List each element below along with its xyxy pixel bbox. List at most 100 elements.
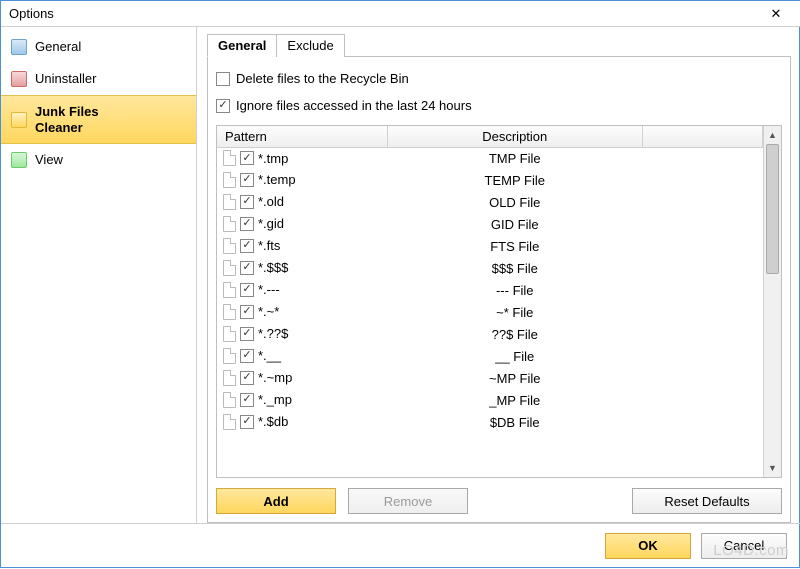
row-checkbox[interactable] [240,151,254,165]
close-icon: ✕ [771,6,782,22]
checkbox-icon[interactable] [216,72,230,86]
table-row[interactable]: *.old OLD File [217,192,763,214]
checkbox-icon[interactable] [216,99,230,113]
file-icon [223,150,236,166]
cell-description: TEMP File [387,170,643,192]
add-button[interactable]: Add [216,488,336,514]
col-header-pattern[interactable]: Pattern [217,126,387,148]
cell-pattern: *.~mp [217,368,387,388]
sidebar-item-uninstaller[interactable]: Uninstaller [1,63,196,95]
view-icon [11,152,27,168]
cell-pattern: *.temp [217,170,387,190]
table-row[interactable]: *.gidGID File [217,214,763,236]
tab-exclude[interactable]: Exclude [276,34,344,57]
table-row[interactable]: *.ftsFTS File [217,236,763,258]
close-button[interactable]: ✕ [757,4,795,24]
scroll-down-icon[interactable]: ▼ [764,459,781,477]
cell-pattern: *.gid [217,214,387,234]
pattern-text: *.~* [258,304,279,319]
file-icon [223,194,236,210]
option-label: Delete files to the Recycle Bin [236,71,409,86]
cell-pattern: *.__ [217,346,387,366]
row-checkbox[interactable] [240,415,254,429]
file-icon [223,326,236,342]
pattern-text: *.$$$ [258,260,288,275]
row-checkbox[interactable] [240,195,254,209]
pattern-text: *.$db [258,414,288,429]
option-delete-recycle[interactable]: Delete files to the Recycle Bin [216,71,782,86]
cell-pattern: *.~* [217,302,387,322]
row-checkbox[interactable] [240,327,254,341]
file-icon [223,414,236,430]
table-row[interactable]: *._mp_MP File [217,390,763,412]
pattern-text: *.old [258,194,284,209]
cell-description: --- File [387,280,643,302]
junk-icon [11,112,27,128]
row-checkbox[interactable] [240,393,254,407]
cell-pattern: *.??$ [217,324,387,344]
file-icon [223,348,236,364]
general-icon [11,39,27,55]
file-icon [223,370,236,386]
table-row[interactable]: *.____ File [217,346,763,368]
tab-strip: General Exclude [207,33,791,57]
cell-pattern: *.--- [217,280,387,300]
file-icon [223,216,236,232]
option-ignore-recent[interactable]: Ignore files accessed in the last 24 hou… [216,98,782,113]
sidebar-item-view[interactable]: View [1,144,196,176]
cell-description: TMP File [387,148,643,170]
pattern-text: *.temp [258,172,296,187]
scroll-thumb[interactable] [766,144,779,274]
pattern-text: *.__ [258,348,281,363]
table-row[interactable]: *.$$$$$$ File [217,258,763,280]
pattern-text: *.fts [258,238,280,253]
table-row[interactable]: *.------ File [217,280,763,302]
row-checkbox[interactable] [240,305,254,319]
sidebar-item-general[interactable]: General [1,31,196,63]
scroll-up-icon[interactable]: ▲ [764,126,781,144]
cell-pattern: *._mp [217,390,387,410]
pattern-text: *.tmp [258,151,288,166]
col-header-spacer [643,126,763,148]
sidebar-item-junk-files-cleaner[interactable]: Junk Files Cleaner [1,95,196,144]
scrollbar[interactable]: ▲ ▼ [763,126,781,477]
main-panel: General Exclude Delete files to the Recy… [197,27,800,523]
pattern-text: *.??$ [258,326,288,341]
reset-defaults-button[interactable]: Reset Defaults [632,488,782,514]
cell-description: OLD File [387,192,643,214]
content-area: General Uninstaller Junk Files Cleaner V… [1,27,800,523]
cell-description: ~MP File [387,368,643,390]
cell-pattern: *.fts [217,236,387,256]
pattern-text: *.~mp [258,370,292,385]
row-checkbox[interactable] [240,217,254,231]
cell-description: $DB File [387,412,643,434]
row-checkbox[interactable] [240,349,254,363]
tab-general[interactable]: General [207,34,277,57]
table-row[interactable]: *.??$??$ File [217,324,763,346]
table-row[interactable]: *.~*~* File [217,302,763,324]
cell-pattern: *.$$$ [217,258,387,278]
sidebar-item-label: View [35,152,63,168]
col-header-description[interactable]: Description [387,126,643,148]
row-checkbox[interactable] [240,261,254,275]
cell-pattern: *.tmp [217,148,387,168]
patterns-table-container: Pattern Description *.tmp TMP File *.temp T… [216,125,782,478]
sidebar-item-label: Uninstaller [35,71,96,87]
file-icon [223,172,236,188]
row-checkbox[interactable] [240,283,254,297]
row-checkbox[interactable] [240,239,254,253]
patterns-table-scroll[interactable]: Pattern Description *.tmp TMP File *.temp T… [217,126,763,477]
ok-button[interactable]: OK [605,533,691,559]
cancel-button[interactable]: Cancel [701,533,787,559]
file-icon [223,238,236,254]
table-row[interactable]: *.temp TEMP File [217,170,763,192]
file-icon [223,392,236,408]
remove-button: Remove [348,488,468,514]
row-checkbox[interactable] [240,371,254,385]
row-checkbox[interactable] [240,173,254,187]
table-row[interactable]: *.tmp TMP File [217,148,763,170]
cell-pattern: *.$db [217,412,387,432]
table-row[interactable]: *.~mp ~MP File [217,368,763,390]
table-row[interactable]: *.$db $DB File [217,412,763,434]
file-icon [223,260,236,276]
